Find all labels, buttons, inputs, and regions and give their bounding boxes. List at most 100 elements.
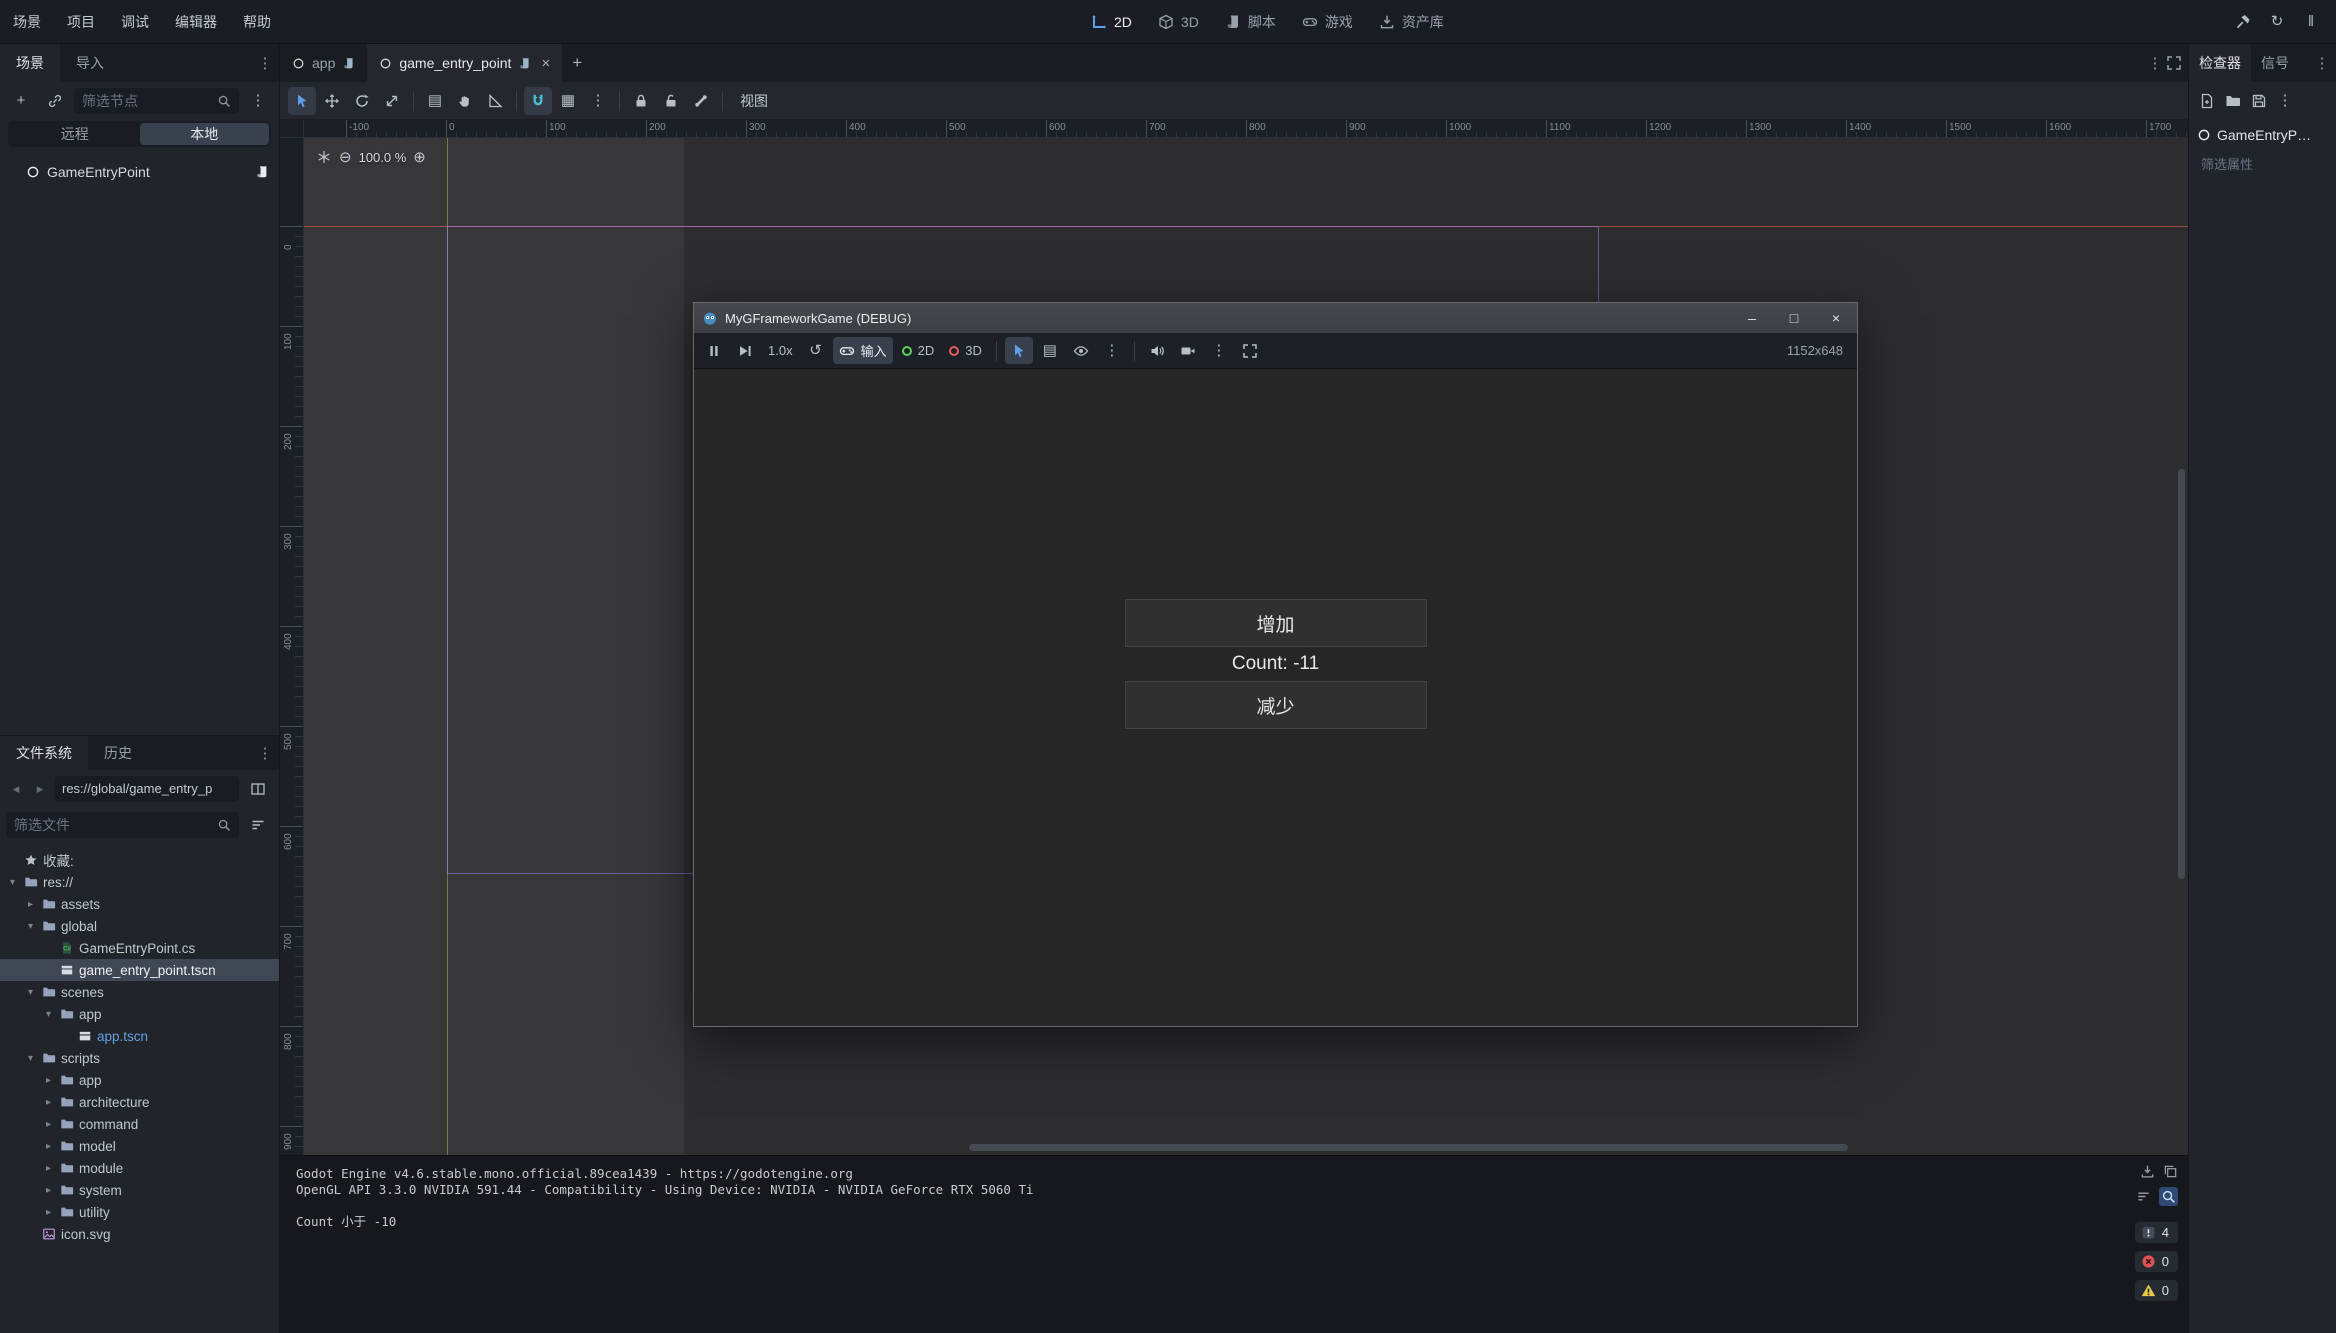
list-select-tool[interactable]: ▤ [421,87,449,115]
close-tab-icon[interactable]: × [541,55,550,72]
local-button[interactable]: 本地 [140,123,270,145]
run-reload-button[interactable]: ↻ [2262,7,2292,37]
camera-options-button[interactable]: ⋮ [1205,337,1233,364]
fs-item-gameentrypoint.cs[interactable]: GameEntryPoint.cs [0,937,279,959]
file-sort-button[interactable] [243,810,273,840]
fs-item-model[interactable]: ▸model [0,1135,279,1157]
visibility-button[interactable] [1067,337,1095,364]
rotate-tool[interactable] [348,87,376,115]
scale-tool[interactable] [378,87,406,115]
audio-mute-button[interactable] [1143,337,1171,364]
fs-item-icon.svg[interactable]: icon.svg [0,1223,279,1245]
add-node-button[interactable]: + [6,86,36,116]
error-count-badge[interactable]: 0 [2135,1251,2178,1272]
scene-tab-app[interactable]: app [280,44,367,82]
workspace-tab-assetlib[interactable]: 资产库 [1368,7,1455,37]
fs-item-app[interactable]: ▸app [0,1069,279,1091]
vertical-ruler[interactable]: 0100200300400500600700800900 [280,138,304,1155]
new-scene-tab-button[interactable]: + [562,44,592,82]
dock-options-icon[interactable]: ⋮ [2314,55,2330,71]
fs-item-app.tscn[interactable]: app.tscn [0,1025,279,1047]
dock-options-icon[interactable]: ⋮ [257,745,273,761]
fs-item-res[interactable]: ▾res:// [0,871,279,893]
instance-scene-button[interactable] [40,86,70,116]
next-frame-button[interactable] [731,337,759,364]
lock-selected-button[interactable] [627,87,655,115]
file-filter-input[interactable] [14,817,211,833]
workspace-tab-2d[interactable]: 2D [1080,7,1143,37]
fs-item-app[interactable]: ▾app [0,1003,279,1025]
dock-options-icon[interactable]: ⋮ [257,55,273,71]
run-build-button[interactable] [2228,7,2258,37]
menubar-menu-project[interactable]: 项目 [54,0,108,43]
workspace-tab-game[interactable]: 游戏 [1291,7,1364,37]
pan-tool[interactable] [451,87,479,115]
view-menu-button[interactable]: 视图 [730,87,778,115]
tab-list-icon[interactable]: ⋮ [2147,55,2163,71]
embed-fullscreen-button[interactable] [1236,337,1264,364]
tab-inspector[interactable]: 检查器 [2189,44,2251,82]
runtime-select-button[interactable] [1005,337,1033,364]
resource-options-icon[interactable]: ⋮ [2277,93,2293,109]
speed-button[interactable]: 1.0x [762,337,799,364]
center-view-icon[interactable] [316,149,332,165]
selection-options-button[interactable]: ⋮ [1098,337,1126,364]
unlock-selected-button[interactable] [657,87,685,115]
menubar-menu-editor[interactable]: 编辑器 [162,0,230,43]
scene-tree-options-button[interactable]: ⋮ [243,86,273,116]
reset-button[interactable]: ↺ [802,337,830,364]
fs-item-scripts[interactable]: ▾scripts [0,1047,279,1069]
canvas-viewport[interactable]: ⊖ 100.0 % ⊕ MyGFrameworkGame (DEBUG) – [304,138,2188,1155]
menubar-menu-help[interactable]: 帮助 [230,0,284,43]
move-tool[interactable] [318,87,346,115]
select-tool[interactable] [288,87,316,115]
tab-history[interactable]: 历史 [88,736,148,770]
zoom-out-button[interactable]: ⊖ [339,148,352,166]
horizontal-ruler[interactable]: -100010020030040050060070080090010001100… [304,120,2188,138]
nav-forward-icon[interactable]: ▸ [30,781,50,797]
suspend-button[interactable] [700,337,728,364]
nav-back-icon[interactable]: ◂ [6,781,26,797]
close-icon[interactable]: × [1815,303,1857,333]
workspace-tab-script[interactable]: 脚本 [1214,7,1287,37]
vertical-scrollbar[interactable] [2178,469,2185,879]
run-pause-button[interactable]: ‖ [2296,7,2326,37]
remote-button[interactable]: 远程 [10,123,140,145]
maximize-icon[interactable]: □ [1773,303,1815,333]
tab-filesystem[interactable]: 文件系统 [0,736,88,770]
menubar-menu-debug[interactable]: 调试 [108,0,162,43]
camera-override-button[interactable] [1174,337,1202,364]
measure-tool[interactable] [481,87,509,115]
smart-snap-toggle[interactable] [524,87,552,115]
log-search-button[interactable] [2159,1187,2178,1206]
menubar-menu-scene[interactable]: 场景 [0,0,54,43]
fs-item-utility[interactable]: ▸utility [0,1201,279,1223]
new-resource-icon[interactable] [2199,93,2215,109]
horizontal-scrollbar[interactable] [969,1144,1848,1151]
tab-scene[interactable]: 场景 [0,44,60,82]
zoom-in-button[interactable]: ⊕ [413,148,426,166]
warning-count-badge[interactable]: 0 [2135,1280,2178,1301]
toggle-split-mode-button[interactable] [243,774,273,804]
message-count-badge[interactable]: 4 [2135,1222,2178,1243]
save-resource-icon[interactable] [2251,93,2267,109]
input-mode-button[interactable]: 输入 [833,337,893,364]
fs-item-global[interactable]: ▾global [0,915,279,937]
distraction-free-icon[interactable] [2166,55,2182,71]
grid-snap-toggle[interactable]: ▦ [554,87,582,115]
save-log-icon[interactable] [2140,1164,2155,1179]
node-list-button[interactable]: ▤ [1036,337,1064,364]
decrease-button[interactable]: 减少 [1125,681,1427,729]
zoom-level[interactable]: 100.0 % [359,150,407,165]
fs-item-[interactable]: 收藏: [0,849,279,871]
tab-import[interactable]: 导入 [60,44,120,82]
skeleton-options-menu[interactable] [687,87,715,115]
tab-signals[interactable]: 信号 [2251,44,2299,82]
fs-item-game_entry_point.tscn[interactable]: game_entry_point.tscn [0,959,279,981]
fs-item-module[interactable]: ▸module [0,1157,279,1179]
property-filter-input[interactable]: 筛选属性 [2197,151,2328,175]
fs-item-assets[interactable]: ▸assets [0,893,279,915]
log-list-icon[interactable] [2136,1189,2151,1204]
load-resource-icon[interactable] [2225,93,2241,109]
minimize-icon[interactable]: – [1731,303,1773,333]
